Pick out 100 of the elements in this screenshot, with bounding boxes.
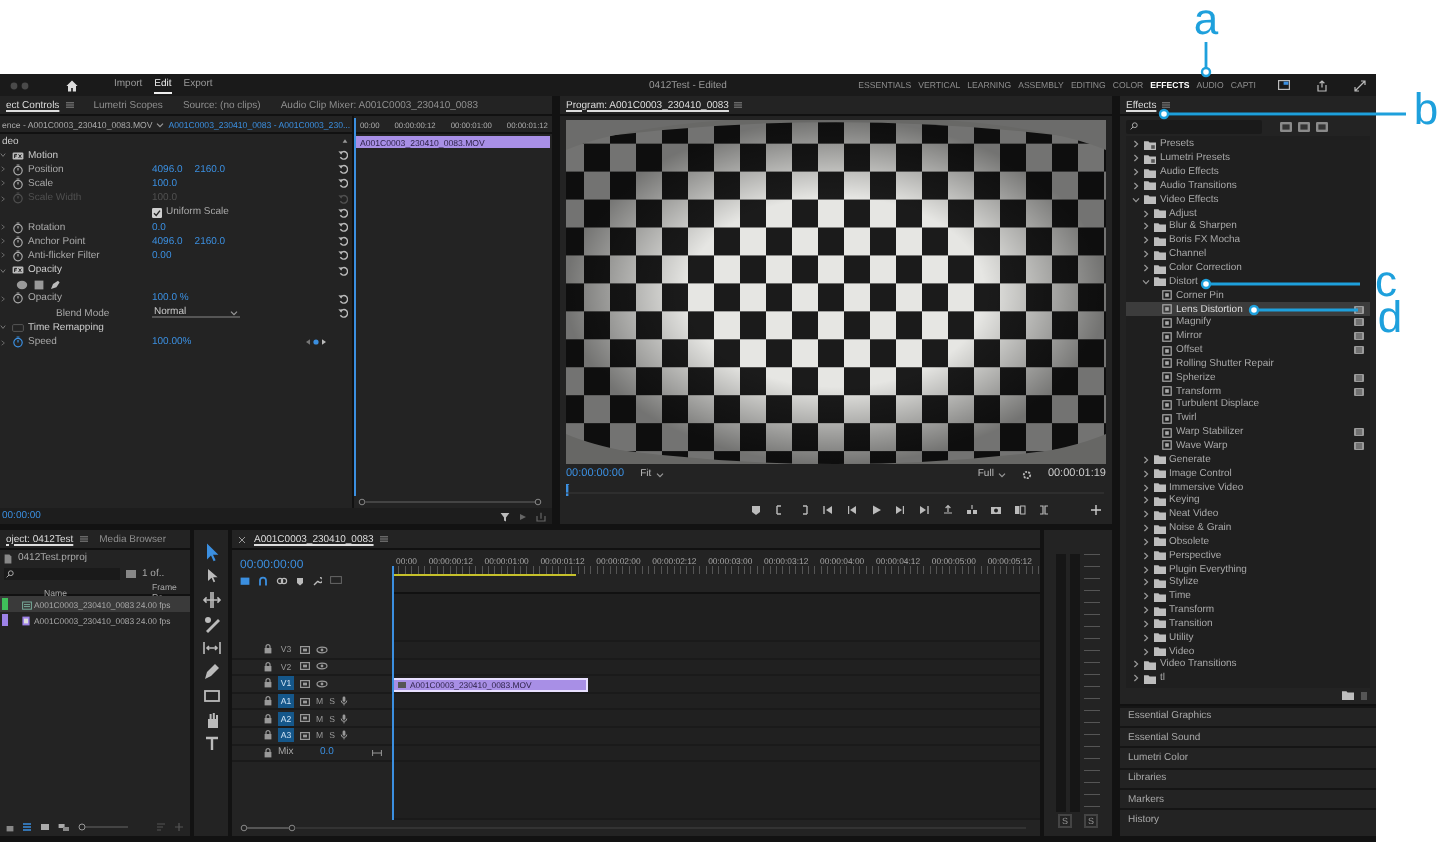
play-icon[interactable] [870,504,882,516]
menu-icon[interactable] [734,102,743,108]
zoom-slider-icon[interactable] [78,821,130,831]
chevron-icon[interactable] [1141,250,1149,259]
chevron-icon[interactable] [0,195,6,202]
chevron-icon[interactable] [1141,264,1149,273]
sync-lock-icon[interactable] [300,714,310,723]
sync-lock-icon[interactable] [300,731,310,740]
lock-icon[interactable] [264,747,272,758]
sync-lock-icon[interactable] [300,697,310,706]
sync-lock-icon[interactable] [300,645,310,654]
chevron-icon[interactable] [1141,647,1149,656]
stopwatch-icon[interactable] [12,235,24,248]
chevron-icon[interactable] [1141,222,1149,231]
menu-icon[interactable] [379,536,388,542]
stopwatch-icon[interactable] [12,163,24,176]
go-to-in-icon[interactable] [822,504,834,516]
rectangle-tool-icon[interactable] [201,686,221,706]
keyframe-nav-icon[interactable] [304,338,328,347]
list-view-icon[interactable] [22,821,32,831]
stopwatch-icon[interactable] [12,336,24,349]
eye-icon[interactable] [316,645,328,654]
chevron-icon[interactable] [1141,524,1149,533]
chevron-icon[interactable] [0,295,6,302]
chevron-icon[interactable] [0,339,6,346]
chevron-icon[interactable] [1141,496,1149,505]
razor-tool-icon[interactable] [201,614,221,634]
search-field[interactable] [4,567,120,581]
lock-icon[interactable] [264,678,272,689]
chevron-icon[interactable] [1141,469,1149,478]
lock-icon[interactable] [6,821,14,831]
chevron-icon[interactable] [1141,455,1149,464]
snap-icon[interactable] [258,575,268,585]
chevron-icon[interactable] [1141,619,1149,628]
home-icon[interactable] [66,79,78,91]
add-button-icon[interactable] [1090,504,1102,516]
nest-icon[interactable] [240,575,250,585]
collapse-icon[interactable] [342,138,348,144]
lock-icon[interactable] [264,730,272,741]
trim-icon[interactable] [1038,504,1050,516]
chevron-icon[interactable] [1141,209,1149,218]
ripple-edit-tool-icon[interactable] [201,590,221,610]
play-audio-icon[interactable] [518,511,528,521]
mark-out-icon[interactable] [798,504,810,516]
chevron-icon[interactable] [1141,565,1149,574]
fit-track-icon[interactable] [372,749,382,756]
chevron-icon[interactable] [1132,140,1140,149]
lock-icon[interactable] [264,661,272,672]
microphone-icon[interactable] [340,730,349,741]
step-back-icon[interactable] [846,504,858,516]
stopwatch-icon[interactable] [12,177,24,190]
filter-icon[interactable] [500,511,510,521]
pen-tool-icon[interactable] [201,662,221,682]
chevron-icon[interactable] [1141,510,1149,519]
menu-icon[interactable] [65,102,74,108]
lock-icon[interactable] [264,644,272,655]
type-tool-icon[interactable] [201,734,221,754]
menu-icon[interactable] [79,536,88,542]
chevron-icon[interactable] [1141,606,1149,615]
go-to-out-icon[interactable] [918,504,930,516]
close-icon[interactable] [238,535,246,543]
compare-icon[interactable] [1014,504,1026,516]
stopwatch-icon[interactable] [12,292,24,305]
extract-icon[interactable] [966,504,978,516]
pen-icon[interactable] [50,279,60,290]
chevron-icon[interactable] [1132,168,1140,177]
lock-icon[interactable] [264,696,272,707]
workspaces-icon[interactable] [1278,80,1290,90]
stopwatch-icon[interactable] [12,249,24,262]
chevron-icon[interactable] [1141,551,1149,560]
chevron-icon[interactable] [1141,236,1149,245]
chevron-icon[interactable] [1141,578,1149,587]
chevron-icon[interactable] [1132,181,1140,190]
ellipse-mask-icon[interactable] [16,279,28,290]
search-field[interactable] [1126,119,1262,133]
rectangle-mask-icon[interactable] [34,279,44,290]
mark-in-icon[interactable] [774,504,786,516]
eye-icon[interactable] [316,662,328,671]
slip-tool-icon[interactable] [201,638,221,658]
chevron-icon[interactable] [1141,537,1149,546]
eye-icon[interactable] [316,679,328,688]
sync-lock-icon[interactable] [300,662,310,671]
chevron-icon[interactable] [1132,660,1140,669]
wrench-icon[interactable] [312,575,322,585]
add-marker-icon[interactable] [296,575,304,585]
settings-icon[interactable] [1021,469,1032,479]
chevron-icon[interactable] [1141,633,1149,642]
microphone-icon[interactable] [340,696,349,707]
linked-selection-icon[interactable] [276,575,288,585]
chevron-icon[interactable] [1132,154,1140,163]
share-icon[interactable] [1316,79,1328,91]
camera-icon[interactable] [990,504,1002,516]
captions-icon[interactable] [330,576,342,584]
selection-tool-icon[interactable] [201,542,221,562]
fullscreen-icon[interactable] [1354,79,1366,91]
microphone-icon[interactable] [340,713,349,724]
chevron-icon[interactable] [1141,483,1149,492]
chevron-icon[interactable] [1132,674,1140,683]
icon-view-icon[interactable] [40,821,50,831]
chevron-icon[interactable] [1141,592,1149,601]
